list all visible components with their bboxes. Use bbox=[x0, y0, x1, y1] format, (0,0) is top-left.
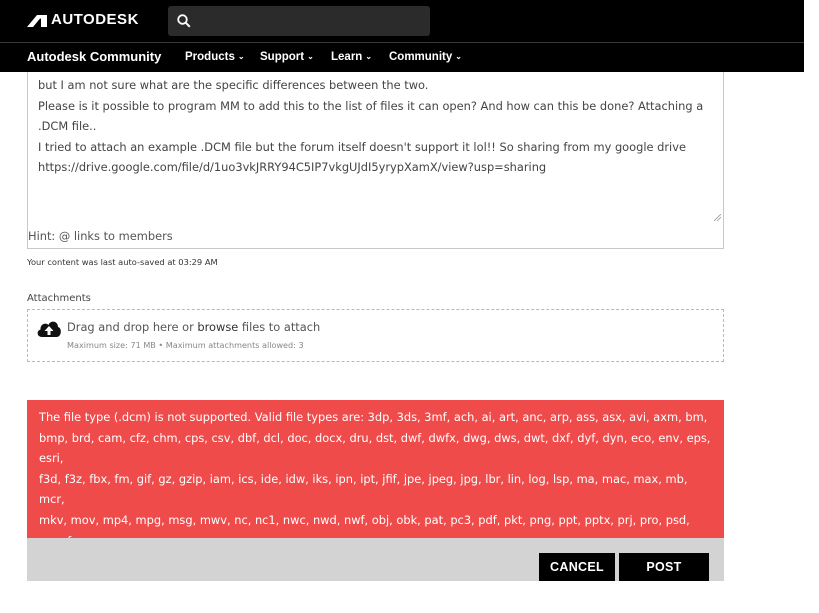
nav-products-label: Products bbox=[185, 51, 235, 63]
autosave-status: Your content was last auto-saved at 03:2… bbox=[27, 257, 218, 267]
search-icon[interactable] bbox=[177, 14, 191, 28]
dropzone-text-end: files to attach bbox=[238, 320, 321, 334]
cancel-button[interactable]: CANCEL bbox=[539, 553, 615, 581]
editor-line: .DCM file.. bbox=[38, 119, 97, 133]
chevron-down-icon: ⌄ bbox=[237, 52, 245, 61]
community-brand[interactable]: Autodesk Community bbox=[27, 49, 161, 64]
file-type-error-banner: The file type (.dcm) is not supported. V… bbox=[27, 400, 724, 609]
dropzone-text-start: Drag and drop here or bbox=[67, 320, 198, 334]
chevron-down-icon: ⌄ bbox=[455, 52, 462, 61]
top-header: AUTODESK bbox=[0, 0, 804, 42]
error-line: stp, svf, svg, tap, text, tif, tiff, txt… bbox=[39, 595, 527, 610]
error-line: bmp, brd, cam, cfz, chm, cps, csv, dbf, … bbox=[39, 430, 711, 466]
cloud-upload-icon bbox=[37, 321, 61, 337]
autodesk-logo[interactable]: AUTODESK bbox=[27, 11, 139, 28]
editor-hint: Hint: @ links to members bbox=[28, 229, 173, 243]
chevron-down-icon: ⌄ bbox=[365, 52, 373, 61]
post-body-editor[interactable]: but I am not sure what are the specific … bbox=[27, 72, 724, 249]
nav-community[interactable]: Community ⌄ bbox=[389, 51, 462, 63]
nav-learn[interactable]: Learn ⌄ bbox=[331, 51, 372, 63]
editor-line: I tried to attach an example .DCM file b… bbox=[38, 139, 686, 154]
editor-link-line[interactable]: https://drive.google.com/file/d/1uo3vkJR… bbox=[38, 157, 703, 178]
logo-text: AUTODESK bbox=[51, 11, 139, 28]
attachment-dropzone[interactable]: Drag and drop here or browse files to at… bbox=[27, 309, 724, 362]
search-input[interactable] bbox=[168, 6, 430, 36]
nav-community-label: Community bbox=[389, 51, 453, 63]
nav-support[interactable]: Support ⌄ bbox=[260, 51, 314, 63]
post-button[interactable]: POST bbox=[619, 553, 709, 581]
nav-products[interactable]: Products ⌄ bbox=[185, 51, 245, 63]
nav-learn-label: Learn bbox=[331, 51, 363, 63]
dropzone-text: Drag and drop here or browse files to at… bbox=[67, 320, 320, 334]
chevron-down-icon: ⌄ bbox=[307, 52, 314, 61]
editor-text[interactable]: but I am not sure what are the specific … bbox=[38, 75, 703, 178]
attachments-label: Attachments bbox=[27, 293, 91, 304]
editor-line: Please is it possible to program MM to a… bbox=[38, 98, 704, 113]
community-navbar: Autodesk Community Products ⌄ Support ⌄ Le… bbox=[0, 42, 804, 72]
form-actions: CANCEL POST bbox=[27, 538, 724, 581]
browse-link[interactable]: browse bbox=[197, 320, 238, 334]
nav-support-label: Support bbox=[260, 51, 305, 63]
autodesk-logo-icon bbox=[27, 14, 47, 27]
resize-handle-icon[interactable] bbox=[714, 214, 721, 221]
error-line: f3d, f3z, fbx, fm, gif, gz, gzip, iam, i… bbox=[39, 471, 688, 507]
error-line: The file type (.dcm) is not supported. V… bbox=[39, 410, 708, 424]
attachment-limits: Maximum size: 71 MB • Maximum attachment… bbox=[67, 340, 304, 350]
editor-line: but I am not sure what are the specific … bbox=[38, 78, 429, 92]
